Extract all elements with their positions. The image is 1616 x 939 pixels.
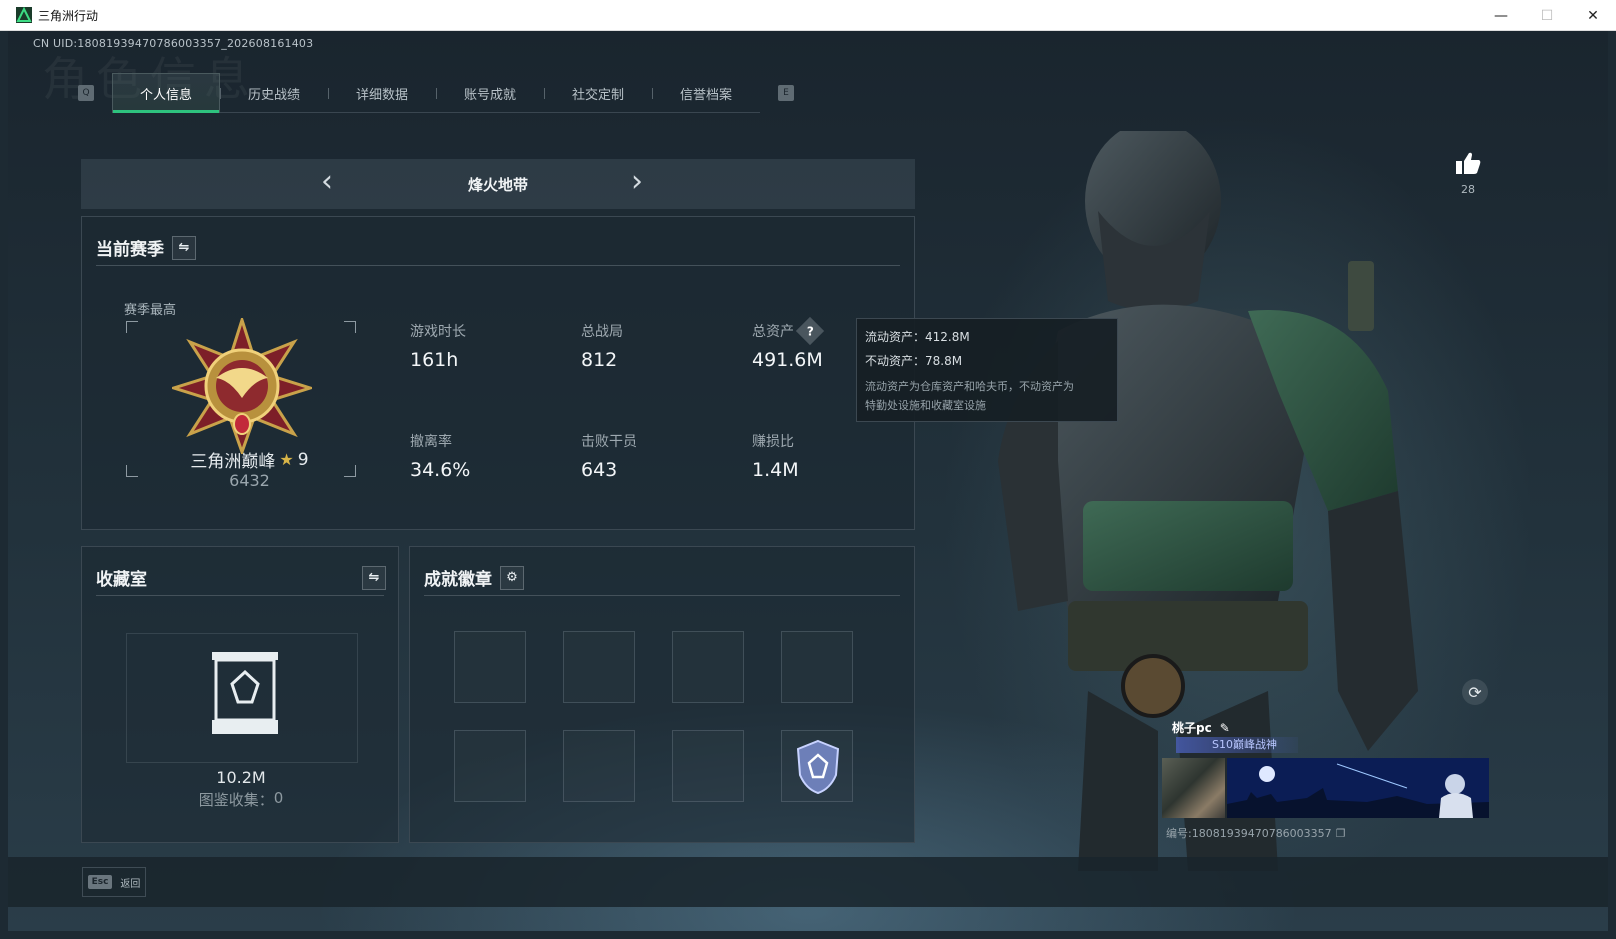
tab-prev-key[interactable]: Q <box>78 85 94 101</box>
thumbs-up-icon <box>1456 152 1481 174</box>
tab-achievements[interactable]: 账号成就 <box>436 73 544 113</box>
divider <box>96 595 384 596</box>
tab-reputation[interactable]: 信誉档案 <box>652 73 760 113</box>
season-heading: 当前赛季 <box>96 240 164 260</box>
badge-slot[interactable] <box>454 730 526 802</box>
assets-tooltip: 流动资产：412.8M 不动资产：78.8M 流动资产为仓库资产和哈夫币，不动资… <box>856 318 1118 422</box>
tab-next-key[interactable]: E <box>778 85 794 101</box>
stat-kills: 击败干员 643 <box>581 434 637 481</box>
tab-list: 个人信息 历史战绩 详细数据 账号成就 社交定制 信誉档案 <box>112 73 760 113</box>
badge-slot[interactable] <box>563 631 635 703</box>
back-label: 返回 <box>120 878 141 890</box>
divider <box>96 265 900 266</box>
collection-panel: 收藏室 ⇋ 10.2M 图鉴收集： 0 <box>81 546 399 843</box>
game-viewport: 角色信息 CN UID:1808193947078600335​7_202608… <box>8 31 1608 931</box>
stat-extraction-rate: 撤离率 34.6% <box>410 434 471 481</box>
player-name: 桃子pc <box>1172 721 1212 735</box>
profile-banner-image <box>1227 758 1489 818</box>
tooltip-note-line2: 特勤处设施和收藏室设施 <box>865 399 986 412</box>
achievements-panel: 成就徽章 ⚙ <box>409 546 915 843</box>
achievements-heading: 成就徽章 <box>424 570 492 590</box>
footer-bar: Esc 返回 <box>8 857 1608 907</box>
badge-slot-filled[interactable] <box>781 730 853 802</box>
gear-icon: ⚙ <box>506 570 518 585</box>
tooltip-fixed-assets: 不动资产：78.8M <box>865 354 963 368</box>
badge-slot[interactable] <box>672 631 744 703</box>
rank-score: 6432 <box>229 471 270 490</box>
uid-label: CN UID:1808193947078600335​7_20260816140… <box>33 37 314 50</box>
stat-profit-ratio: 赚损比 1.4M <box>752 434 799 481</box>
next-mode-button[interactable]: › <box>631 165 643 199</box>
tab-detailed-data[interactable]: 详细数据 <box>328 73 436 113</box>
close-button[interactable]: ✕ <box>1570 0 1616 31</box>
shield-badge-icon <box>796 739 840 795</box>
badge-slot[interactable] <box>781 631 853 703</box>
collection-switch-button[interactable]: ⇋ <box>362 565 386 590</box>
star-icon: ★ <box>279 450 294 469</box>
achievements-settings-button[interactable]: ⚙ <box>500 565 524 590</box>
mode-title: 烽火地带 <box>467 175 528 194</box>
collection-value: 10.2M <box>216 768 266 787</box>
season-panel: 当前赛季 ⇋ 赛季最高 三角洲巅峰 ★ 9 6432 游戏时长 161h 总战局… <box>81 216 915 530</box>
rank-emblem-icon <box>172 318 312 454</box>
like-button[interactable]: 28 <box>1448 151 1488 196</box>
swap-icon: ⇋ <box>368 570 380 585</box>
stat-playtime: 游戏时长 161h <box>410 324 466 371</box>
like-count: 28 <box>1461 183 1475 196</box>
app-logo-icon <box>16 7 32 23</box>
minimize-button[interactable]: — <box>1478 0 1524 31</box>
season-switch-button[interactable]: ⇋ <box>172 235 196 260</box>
mode-selector: ‹ 烽火地带 › <box>81 159 915 209</box>
prev-mode-button[interactable]: ‹ <box>321 165 333 199</box>
rank-stars: 9 <box>297 449 309 470</box>
badge-slot[interactable] <box>454 631 526 703</box>
copy-icon[interactable]: ❐ <box>1336 827 1346 840</box>
refresh-button[interactable]: ⟳ <box>1462 679 1488 705</box>
collection-heading: 收藏室 <box>96 570 147 590</box>
esc-key-hint: Esc <box>87 875 113 889</box>
tab-history[interactable]: 历史战绩 <box>220 73 328 113</box>
tab-bar: Q 个人信息 历史战绩 详细数据 账号成就 社交定制 信誉档案 E <box>78 73 794 113</box>
display-case-icon <box>212 652 278 734</box>
collection-count: 图鉴收集： 0 <box>198 789 284 809</box>
back-button[interactable]: Esc 返回 <box>82 867 146 897</box>
swap-icon: ⇋ <box>178 240 190 255</box>
maximize-button[interactable]: ☐ <box>1524 0 1570 31</box>
season-best-label: 赛季最高 <box>124 303 177 318</box>
avatar[interactable] <box>1162 758 1225 818</box>
tooltip-note-line1: 流动资产为仓库资产和哈夫币，不动资产为 <box>865 380 1074 393</box>
badge-slot[interactable] <box>672 730 744 802</box>
rank-title: 三角洲巅峰 <box>190 452 276 472</box>
player-title: S10巅峰战神 <box>1176 737 1298 753</box>
tab-social[interactable]: 社交定制 <box>544 73 652 113</box>
stat-total-matches: 总战局 812 <box>581 324 623 371</box>
help-icon[interactable]: ? <box>795 316 825 346</box>
player-id: 编号:180819394707860​03357 ❐ <box>1166 826 1346 841</box>
rank-name: 三角洲巅峰 ★ 9 <box>132 447 367 473</box>
tab-personal-info[interactable]: 个人信息 <box>112 73 220 113</box>
tooltip-liquid-assets: 流动资产：412.8M <box>865 330 970 344</box>
window-title: 三角洲行动 <box>38 8 99 23</box>
divider <box>424 595 900 596</box>
refresh-icon: ⟳ <box>1468 682 1482 702</box>
edit-icon[interactable]: ✎ <box>1220 721 1230 735</box>
player-card[interactable]: 桃子pc ✎ S10巅峰战神 <box>1162 715 1492 821</box>
badge-slot[interactable] <box>563 730 635 802</box>
window-titlebar: 三角洲行动 — ☐ ✕ <box>0 0 1616 31</box>
